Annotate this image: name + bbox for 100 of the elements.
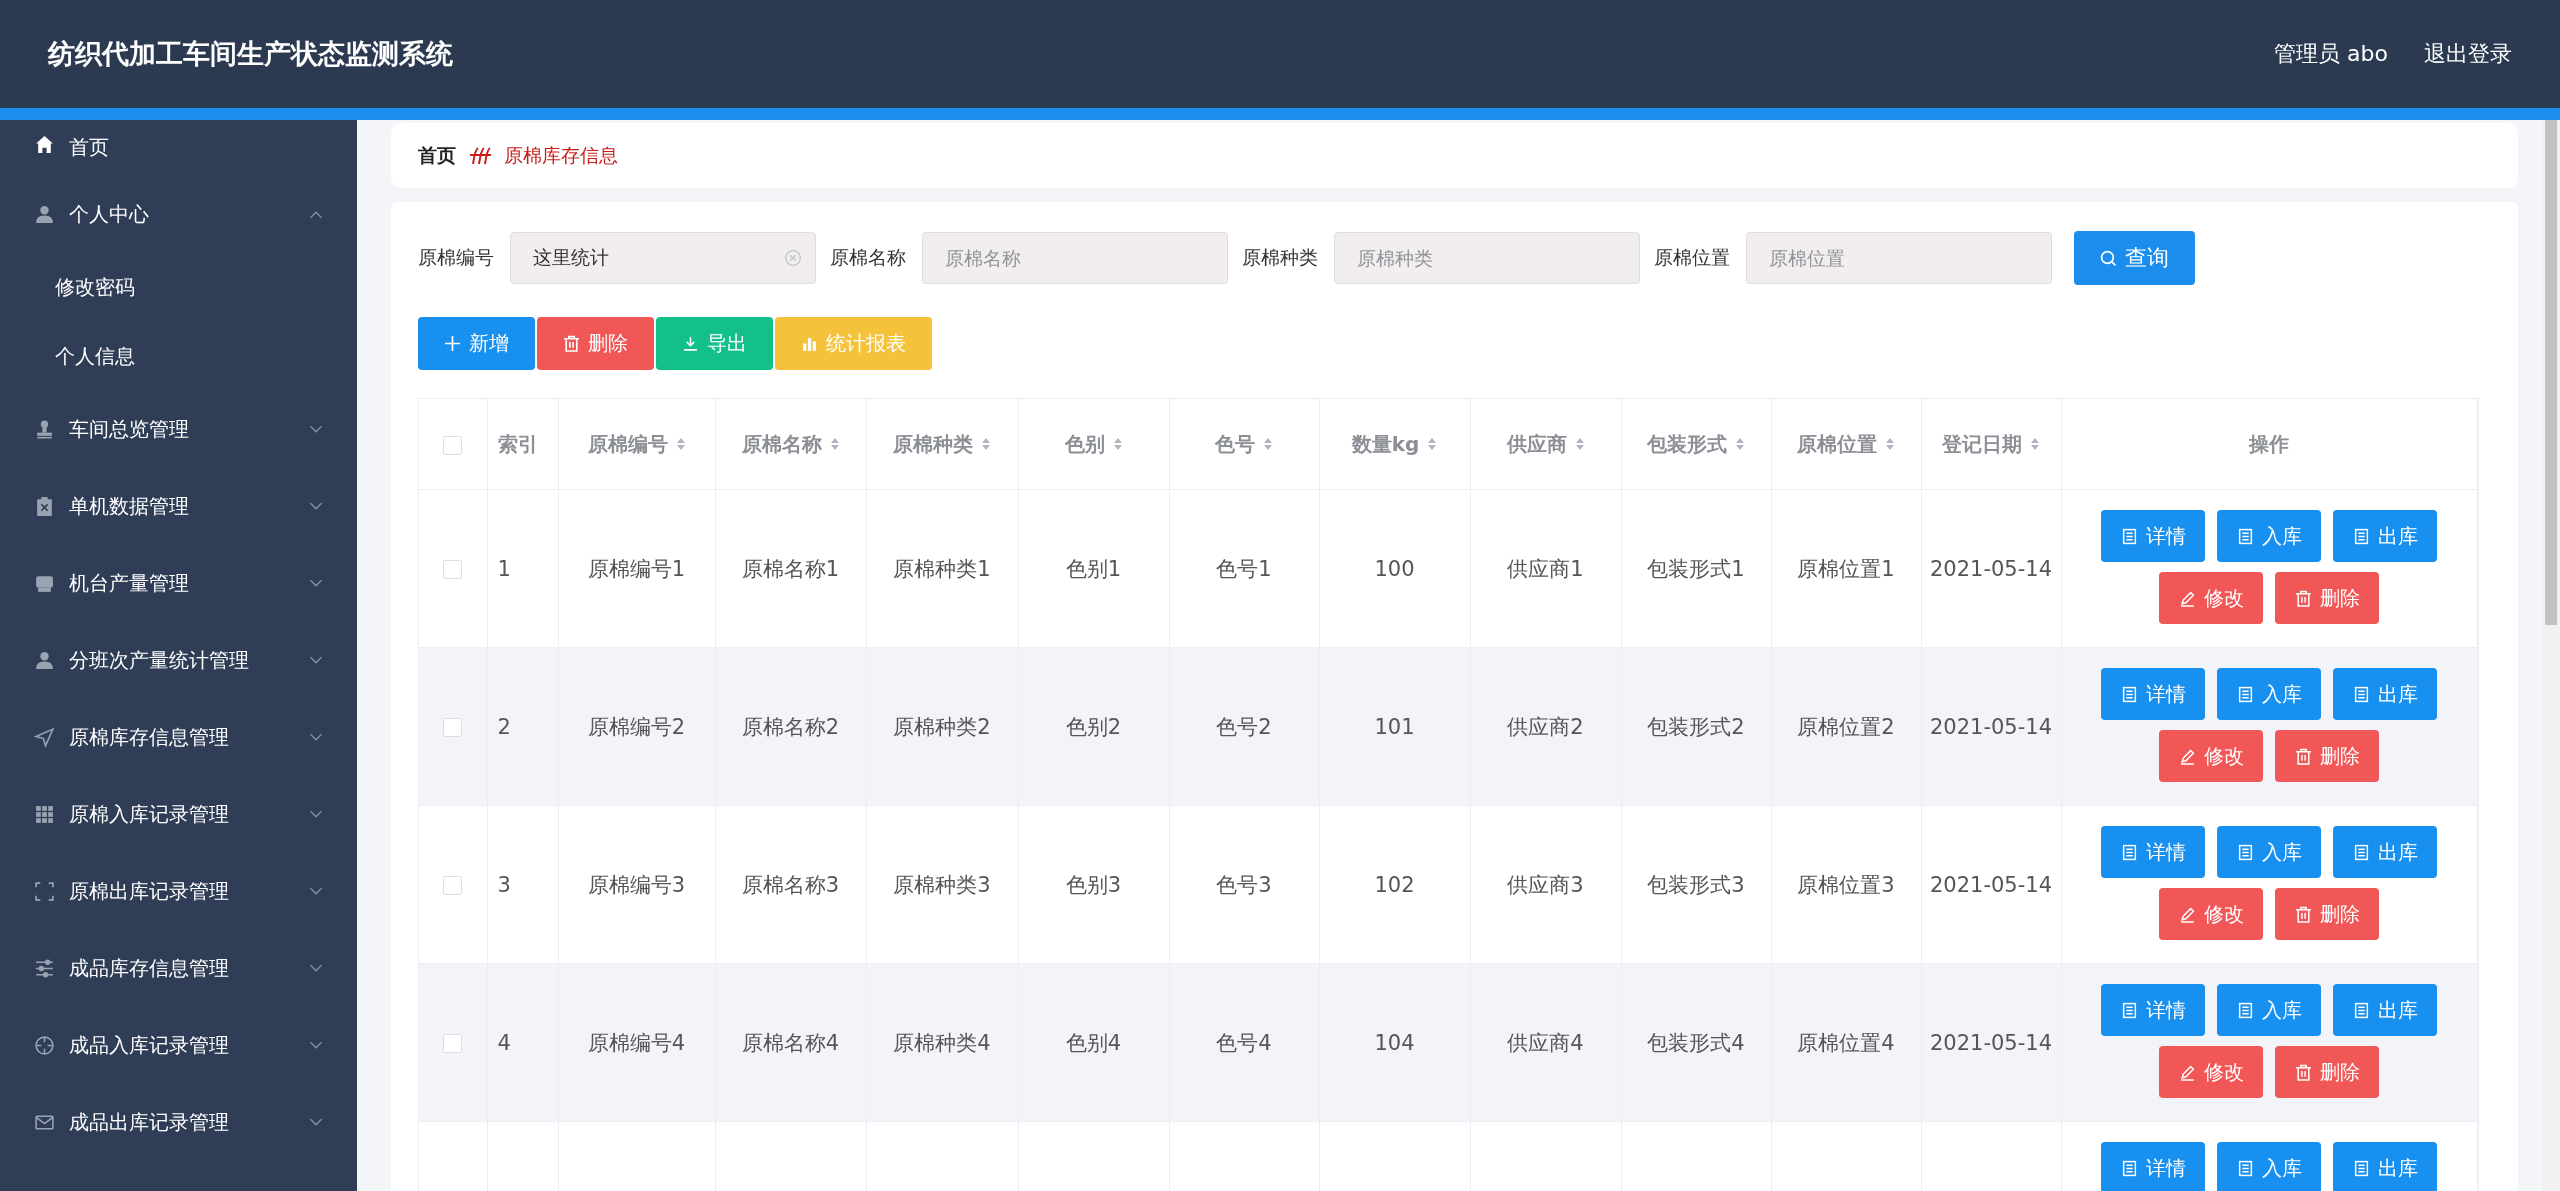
sort-icon[interactable] <box>1112 436 1123 451</box>
chevron-icon <box>309 733 323 742</box>
column-header[interactable]: 数量kg <box>1351 431 1420 456</box>
detail-button[interactable]: 详情 <box>2101 668 2206 720</box>
column-header[interactable]: 供应商 <box>1506 431 1567 456</box>
document-icon <box>2352 1159 2370 1177</box>
out-button[interactable]: 出库 <box>2333 984 2438 1036</box>
row-checkbox[interactable] <box>443 560 463 579</box>
in-button[interactable]: 入库 <box>2217 826 2322 878</box>
sidebar-item[interactable]: 车间总览管理 <box>0 391 357 468</box>
table-cell: 原棉位置4 <box>1797 1030 1895 1055</box>
delete-button[interactable]: 删除 <box>2275 572 2380 624</box>
sidebar-item[interactable]: 成品入库记录管理 <box>0 1007 357 1084</box>
sidebar-item[interactable]: 成品库存信息管理 <box>0 930 357 1007</box>
detail-button[interactable]: 详情 <box>2101 1142 2206 1191</box>
delete-button[interactable]: 删除 <box>2275 888 2380 940</box>
delete-button[interactable]: 删除 <box>537 317 654 370</box>
table-cell: 2021-05-14 <box>1929 1030 2052 1055</box>
table-cell: 原棉位置2 <box>1797 714 1895 739</box>
breadcrumb-link[interactable]: 首页 <box>418 142 456 169</box>
search-field[interactable]: 原棉种类 <box>1334 232 1640 284</box>
search-field[interactable]: 这里统计 <box>510 232 816 284</box>
row-checkbox[interactable] <box>443 1034 463 1053</box>
sidebar-subitem[interactable]: 修改密码 <box>0 253 357 322</box>
clear-icon[interactable] <box>784 249 802 267</box>
sidebar-item[interactable]: 单机数据管理 <box>0 468 357 545</box>
plus-icon <box>444 335 461 352</box>
sidebar-item[interactable]: 首页 <box>0 120 357 176</box>
table-cell: 供应商3 <box>1507 872 1584 897</box>
in-button[interactable]: 入库 <box>2217 1142 2322 1191</box>
sidebar-item[interactable]: 原棉入库记录管理 <box>0 776 357 853</box>
logout-link[interactable]: 退出登录 <box>2424 39 2512 69</box>
column-header[interactable]: 原棉编号 <box>587 431 668 456</box>
sort-icon[interactable] <box>1427 436 1438 451</box>
sort-icon[interactable] <box>1735 436 1745 451</box>
sidebar-item[interactable]: 机台产量管理 <box>0 545 357 622</box>
out-button[interactable]: 出库 <box>2333 1142 2438 1191</box>
sliders-icon <box>34 958 55 979</box>
in-button[interactable]: 入库 <box>2217 510 2322 562</box>
add-button[interactable]: 新增 <box>418 317 535 370</box>
out-button[interactable]: 出库 <box>2333 668 2438 720</box>
column-header[interactable]: 色号 <box>1215 431 1255 456</box>
table-cell: 102 <box>1374 872 1415 897</box>
sidebar-item[interactable]: 个人中心 <box>0 176 357 253</box>
search-icon <box>2100 249 2117 267</box>
mail-icon <box>34 1112 55 1133</box>
search-field[interactable]: 原棉名称 <box>922 232 1228 284</box>
select-all-checkbox[interactable] <box>443 436 463 455</box>
detail-button[interactable]: 详情 <box>2101 826 2206 878</box>
column-header[interactable]: 原棉名称 <box>741 431 822 456</box>
row-checkbox[interactable] <box>443 876 463 895</box>
column-header[interactable]: 包装形式 <box>1647 431 1727 456</box>
row-checkbox[interactable] <box>443 718 463 737</box>
sidebar-item[interactable]: 成品出库记录管理 <box>0 1084 357 1161</box>
export-button[interactable]: 导出 <box>656 317 773 370</box>
table-cell: 原棉种类3 <box>893 872 991 897</box>
edit-button[interactable]: 修改 <box>2159 572 2264 624</box>
detail-button[interactable]: 详情 <box>2101 984 2206 1036</box>
in-button[interactable]: 入库 <box>2217 984 2322 1036</box>
edit-button[interactable]: 修改 <box>2159 730 2264 782</box>
search-button[interactable]: 查询 <box>2074 231 2195 285</box>
sort-icon[interactable] <box>1263 436 1273 451</box>
in-button[interactable]: 入库 <box>2217 668 2322 720</box>
table-cell: 100 <box>1374 556 1415 581</box>
sort-icon[interactable] <box>981 436 991 451</box>
search-field[interactable]: 原棉位置 <box>1746 232 2052 284</box>
detail-button[interactable]: 详情 <box>2101 510 2206 562</box>
scrollbar[interactable] <box>2542 120 2560 1191</box>
table-cell: 包装形式1 <box>1647 556 1745 581</box>
pencil-icon <box>2178 905 2196 923</box>
breadcrumb-link[interactable]: 原棉库存信息 <box>504 142 618 169</box>
column-header[interactable]: 登记日期 <box>1942 431 2022 456</box>
sidebar-item[interactable]: 分班次产量统计管理 <box>0 622 357 699</box>
edit-button[interactable]: 修改 <box>2159 1046 2264 1098</box>
download-icon <box>682 335 699 352</box>
delete-button[interactable]: 删除 <box>2275 1046 2380 1098</box>
frame-icon <box>34 881 55 902</box>
table-cell: 色号2 <box>1216 714 1272 739</box>
sort-icon[interactable] <box>1885 436 1895 451</box>
out-button[interactable]: 出库 <box>2333 510 2438 562</box>
chevron-icon <box>309 579 323 588</box>
sidebar-item[interactable]: 原棉出库记录管理 <box>0 853 357 930</box>
clip-icon <box>34 496 55 517</box>
sort-icon[interactable] <box>1574 436 1585 451</box>
table-cell: 原棉名称1 <box>741 556 840 581</box>
column-header[interactable]: 色别 <box>1064 431 1105 456</box>
sidebar-item[interactable]: 原棉库存信息管理 <box>0 699 357 776</box>
document-icon <box>2120 843 2138 861</box>
document-icon <box>2236 527 2254 545</box>
column-header[interactable]: 原棉位置 <box>1797 431 1877 456</box>
column-header[interactable]: 原棉种类 <box>893 431 973 456</box>
sort-icon[interactable] <box>2030 436 2040 451</box>
edit-button[interactable]: 修改 <box>2159 888 2264 940</box>
sort-icon[interactable] <box>675 436 686 451</box>
delete-button[interactable]: 删除 <box>2275 730 2380 782</box>
out-button[interactable]: 出库 <box>2333 826 2438 878</box>
sort-icon[interactable] <box>829 436 840 451</box>
trash-icon <box>2294 1063 2312 1081</box>
pencil-icon <box>2178 1063 2196 1081</box>
sidebar-subitem[interactable]: 个人信息 <box>0 322 357 391</box>
